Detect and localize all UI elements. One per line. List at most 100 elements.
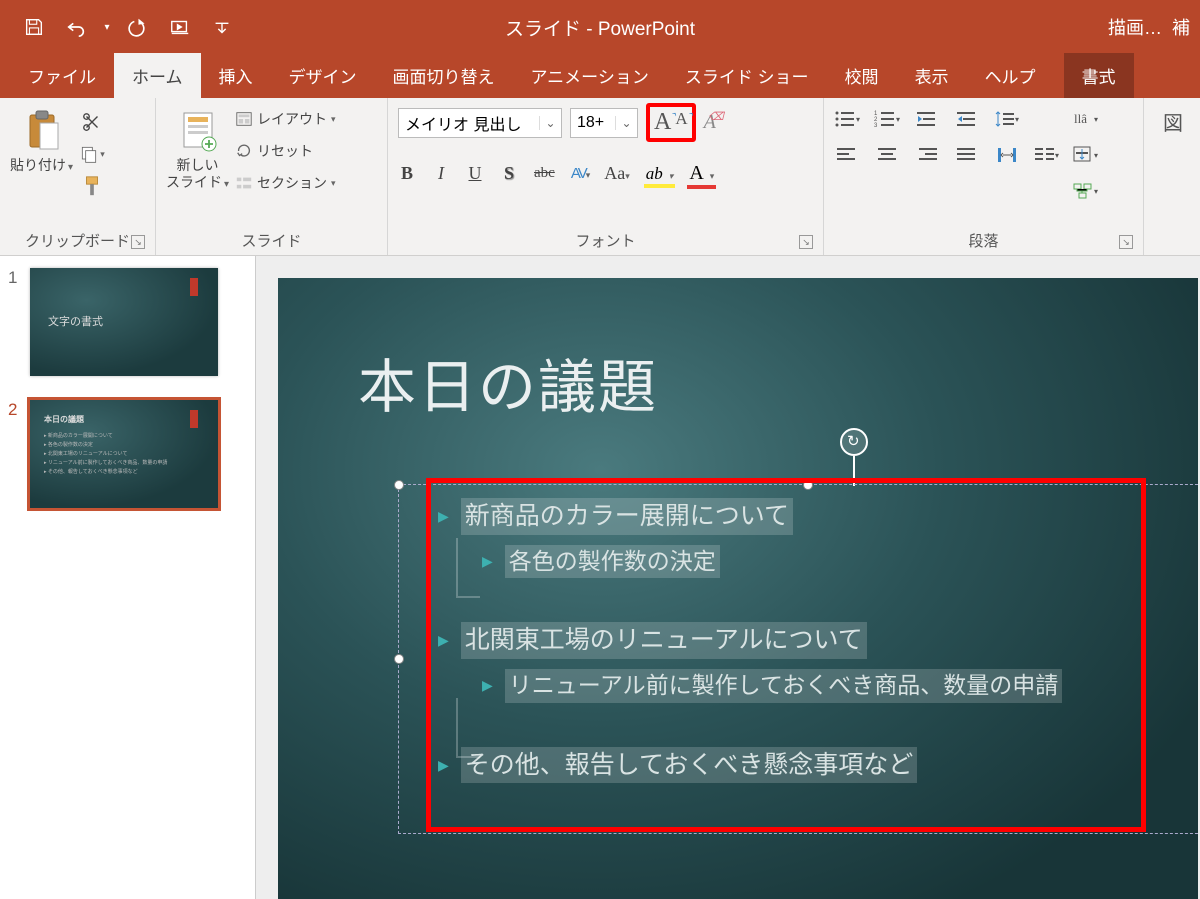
- clipboard-label: クリップボード: [10, 226, 145, 251]
- tab-help[interactable]: ヘルプ: [967, 53, 1054, 98]
- new-slide-button[interactable]: 新しい スライド: [166, 103, 229, 191]
- align-right-button[interactable]: [914, 143, 940, 167]
- thumbnail-pane: 1 文字の書式 2 本日の議題 ▸ 新商品のカラー展開について ▸ 各色の製作数…: [0, 256, 256, 899]
- shapes-icon[interactable]: 図: [1160, 109, 1186, 133]
- bold-button[interactable]: B: [398, 163, 416, 184]
- title-right: 描画… 補: [1108, 14, 1190, 40]
- undo-icon[interactable]: [58, 9, 94, 45]
- tab-view[interactable]: 表示: [897, 53, 967, 98]
- bullet-3[interactable]: その他、報告しておくべき懸念事項など: [461, 747, 918, 784]
- italic-button[interactable]: I: [432, 163, 450, 184]
- tab-transitions[interactable]: 画面切り替え: [375, 53, 513, 98]
- strikethrough-button[interactable]: abc: [534, 165, 555, 182]
- svg-text:3: 3: [874, 123, 878, 128]
- rotate-handle[interactable]: [840, 428, 868, 456]
- paste-button[interactable]: 貼り付け: [10, 103, 73, 174]
- clipboard-dialog-launcher[interactable]: [131, 235, 145, 249]
- thumb-2-content: ▸ 新商品のカラー展開について ▸ 各色の製作数の決定 ▸ 北関東工場のリニュー…: [44, 432, 204, 477]
- cut-icon[interactable]: [79, 109, 105, 135]
- copy-icon[interactable]: [79, 141, 105, 167]
- save-icon[interactable]: [16, 9, 52, 45]
- justify-button[interactable]: [954, 143, 980, 167]
- tab-design[interactable]: デザイン: [271, 53, 375, 98]
- layout-button[interactable]: レイアウト▾: [235, 109, 336, 129]
- reset-button[interactable]: リセット: [235, 141, 336, 161]
- font-size-combo[interactable]: ⌄: [570, 108, 638, 138]
- bullet-1[interactable]: 新商品のカラー展開について: [461, 498, 793, 535]
- font-name-combo[interactable]: ⌄: [398, 108, 562, 138]
- group-slides: 新しい スライド レイアウト▾ リセット セクション▾ スライド: [156, 98, 388, 255]
- font-color-button[interactable]: A▾: [689, 162, 714, 185]
- thumbnail-2[interactable]: 2 本日の議題 ▸ 新商品のカラー展開について ▸ 各色の製作数の決定 ▸ 北関…: [8, 400, 247, 508]
- ribbon: 貼り付け クリップボード 新しい スライド レイアウト▾ リセット セクション▾…: [0, 98, 1200, 256]
- ribbon-tabs: ファイル ホーム 挿入 デザイン 画面切り替え アニメーション スライド ショー…: [0, 54, 1200, 98]
- font-name-input[interactable]: [399, 114, 539, 132]
- thumbnail-1[interactable]: 1 文字の書式: [8, 268, 247, 376]
- new-slide-label: 新しい スライド: [166, 157, 229, 191]
- text-shadow-button[interactable]: S: [500, 163, 518, 184]
- decrease-indent-button[interactable]: [914, 107, 940, 131]
- rotate-stem: [853, 456, 855, 486]
- font-name-dropdown-icon[interactable]: ⌄: [539, 116, 561, 130]
- start-from-beginning-icon[interactable]: [162, 9, 198, 45]
- bullet-icon: ▶: [482, 553, 493, 570]
- qat-customize-icon[interactable]: [204, 9, 240, 45]
- bullet-1a[interactable]: 各色の製作数の決定: [505, 545, 720, 579]
- tab-review[interactable]: 校閲: [827, 53, 897, 98]
- character-spacing-button[interactable]: AV▾: [571, 165, 588, 182]
- font-dialog-launcher[interactable]: [799, 235, 813, 249]
- slide-canvas-wrap: 本日の議題 ▶ 新商品のカラー展開について ▶ 各色の製作数の決定 ▶ 北関東工場のリ…: [256, 256, 1200, 899]
- distribute-button[interactable]: [994, 143, 1020, 167]
- tab-insert[interactable]: 挿入: [201, 53, 271, 98]
- tab-animations[interactable]: アニメーション: [513, 53, 667, 98]
- thumb-2-preview[interactable]: 本日の議題 ▸ 新商品のカラー展開について ▸ 各色の製作数の決定 ▸ 北関東工…: [30, 400, 218, 508]
- underline-button[interactable]: U: [466, 163, 484, 184]
- thumb-1-preview[interactable]: 文字の書式: [30, 268, 218, 376]
- group-font: ⌄ ⌄ A A A B I U S abc AV▾ Aa▾: [388, 98, 824, 255]
- handle-tl[interactable]: [394, 480, 404, 490]
- highlight-color-button[interactable]: ab▾: [646, 164, 674, 184]
- slide-title-text[interactable]: 本日の議題: [358, 340, 658, 424]
- columns-button[interactable]: ▾: [1034, 143, 1060, 167]
- thumb-2-title: 本日の議題: [44, 414, 84, 425]
- bullet-icon: ▶: [438, 757, 449, 774]
- group-clipboard: 貼り付け クリップボード: [0, 98, 156, 255]
- handle-tm[interactable]: [803, 480, 813, 490]
- format-painter-icon[interactable]: [79, 173, 105, 199]
- align-left-button[interactable]: [834, 143, 860, 167]
- paragraph-dialog-launcher[interactable]: [1119, 235, 1133, 249]
- line-spacing-button[interactable]: ▾: [994, 107, 1020, 131]
- title-right-extra: 補: [1172, 14, 1190, 40]
- font-size-input[interactable]: [571, 114, 615, 132]
- increase-font-size-button[interactable]: A: [654, 109, 671, 136]
- align-text-button[interactable]: ▾: [1072, 143, 1098, 167]
- quick-access-toolbar: ▾: [0, 9, 240, 45]
- bullet-icon: ▶: [438, 508, 449, 525]
- section-button[interactable]: セクション▾: [235, 173, 336, 193]
- handle-ml[interactable]: [394, 654, 404, 664]
- clear-formatting-button[interactable]: A: [704, 111, 716, 134]
- tab-file[interactable]: ファイル: [10, 53, 114, 98]
- redo-icon[interactable]: [120, 9, 156, 45]
- tab-format[interactable]: 書式: [1064, 53, 1134, 98]
- numbering-button[interactable]: 123▾: [874, 107, 900, 131]
- paragraph-label: 段落: [834, 226, 1133, 251]
- bullets-button[interactable]: ▾: [834, 107, 860, 131]
- bullet-2a[interactable]: リニューアル前に製作しておくべき商品、数量の申請: [505, 669, 1062, 703]
- bullet-2[interactable]: 北関東工場のリニューアルについて: [461, 622, 867, 659]
- undo-dropdown-icon[interactable]: ▾: [100, 9, 114, 45]
- content-list[interactable]: ▶ 新商品のカラー展開について ▶ 各色の製作数の決定 ▶ 北関東工場のリニューアルに…: [438, 498, 1178, 793]
- slide-canvas[interactable]: 本日の議題 ▶ 新商品のカラー展開について ▶ 各色の製作数の決定 ▶ 北関東工場のリ…: [278, 278, 1198, 899]
- tab-slideshow[interactable]: スライド ショー: [667, 53, 827, 98]
- align-center-button[interactable]: [874, 143, 900, 167]
- thumb-2-number: 2: [8, 400, 24, 420]
- decrease-font-size-button[interactable]: A: [675, 109, 687, 136]
- text-direction-button[interactable]: llâ▾: [1072, 107, 1098, 131]
- tab-home[interactable]: ホーム: [114, 53, 201, 98]
- increase-indent-button[interactable]: [954, 107, 980, 131]
- font-label: フォント: [398, 226, 813, 251]
- smartart-button[interactable]: ▾: [1072, 179, 1098, 203]
- change-case-button[interactable]: Aa▾: [604, 163, 630, 184]
- paste-label: 貼り付け: [10, 157, 73, 174]
- font-size-dropdown-icon[interactable]: ⌄: [615, 116, 637, 130]
